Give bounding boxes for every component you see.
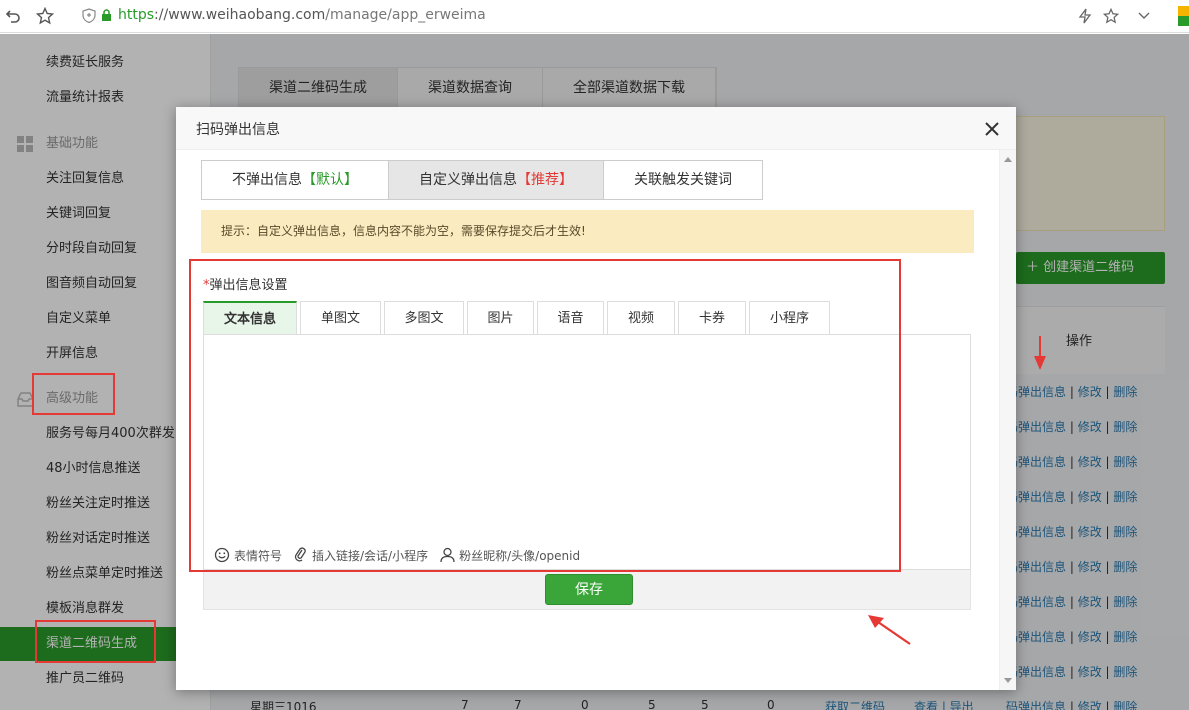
arrow-up-left-icon [868,615,911,645]
close-icon[interactable] [982,119,1002,139]
browser-toolbar: https://www.weihaobang.com/manage/app_er… [0,0,1189,33]
modal-header: 扫码弹出信息 [176,107,1016,150]
lock-icon [102,9,111,21]
lightning-icon[interactable] [1074,5,1096,27]
extension-icon[interactable] [1178,6,1189,26]
save-button[interactable]: 保存 [545,574,633,605]
tab-link-keyword[interactable]: 关联触发关键词 [604,161,762,199]
arrow-down-icon [1034,336,1046,370]
popup-mode-tabs: 不弹出信息【默认】 自定义弹出信息【推荐】 关联触发关键词 [201,160,763,200]
tab-link-keyword-label: 关联触发关键词 [634,172,732,188]
recommended-tag: 【推荐】 [517,172,573,188]
favorite-star-icon[interactable] [1100,5,1122,27]
scroll-down-icon[interactable] [1004,678,1012,683]
back-icon[interactable] [2,5,24,27]
annotation-box-channel-qrcode [35,620,156,663]
url-path: /manage/app_erweima [325,7,486,23]
bookmark-star-icon[interactable] [34,5,56,27]
url-scheme: https [118,7,155,23]
address-bar-url[interactable]: https://www.weihaobang.com/manage/app_er… [118,7,486,23]
modal-footer: 保存 [203,570,971,610]
tip-banner: 提示：自定义弹出信息，信息内容不能为空，需要保存提交后才生效! [201,210,974,253]
tab-no-popup[interactable]: 不弹出信息【默认】 [202,161,389,199]
scroll-up-icon[interactable] [1004,157,1012,162]
modal-title: 扫码弹出信息 [196,122,280,138]
default-tag: 【默认】 [302,172,358,188]
shield-icon [82,8,96,23]
modal-scrollbar[interactable] [999,150,1016,690]
tab-custom-popup[interactable]: 自定义弹出信息【推荐】 [389,161,604,199]
url-host: ://www.weihaobang.com [154,7,326,23]
chevron-down-icon[interactable] [1133,5,1155,27]
annotation-box-advanced [32,373,115,415]
tab-custom-popup-label: 自定义弹出信息 [419,172,517,188]
tab-no-popup-label: 不弹出信息 [232,172,302,188]
annotation-box-popup-settings [189,259,901,572]
